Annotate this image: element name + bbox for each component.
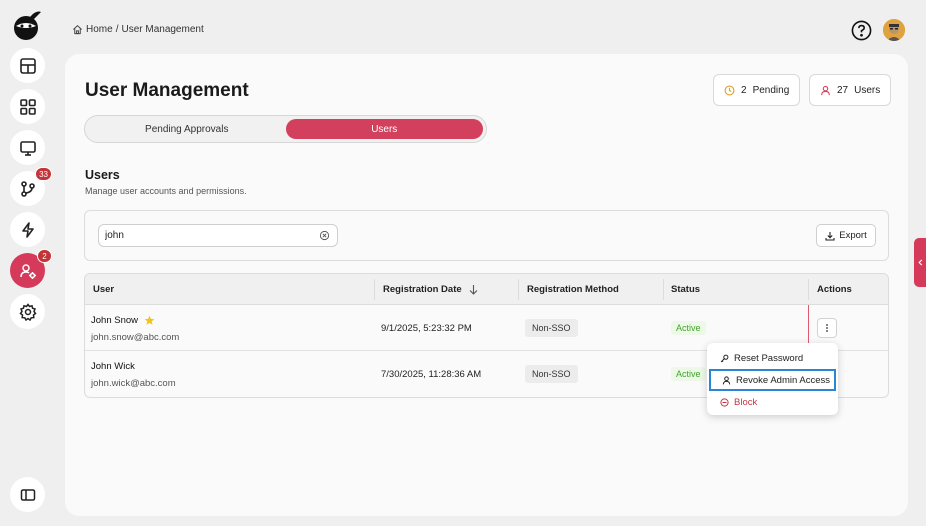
gear-icon: [18, 302, 37, 321]
user-gear-icon: [19, 263, 36, 279]
search-field: [98, 224, 338, 247]
chevron-left-icon: [917, 259, 922, 266]
user-name-cell: John Snow: [91, 315, 155, 326]
menu-item-reset-password[interactable]: Reset Password: [707, 347, 838, 369]
table-header: User Registration Date Registration Meth…: [85, 274, 888, 305]
user-management-badge: 2: [37, 249, 52, 263]
clock-icon: [724, 85, 735, 95]
lightning-icon: [21, 221, 34, 238]
column-header-registration-method[interactable]: Registration Method: [527, 284, 619, 295]
column-divider: [663, 279, 664, 300]
registration-date: 9/1/2025, 5:23:32 PM: [381, 323, 472, 334]
registration-date-label: Registration Date: [383, 284, 462, 295]
download-icon: [825, 231, 835, 241]
tab-pending-approvals[interactable]: Pending Approvals: [88, 119, 286, 139]
layout-icon: [19, 57, 36, 74]
row-actions-menu: Reset Password Revoke Admin Access Block: [707, 343, 838, 415]
registration-date: 7/30/2025, 11:28:36 AM: [381, 369, 482, 380]
users-label: Users: [854, 84, 881, 96]
breadcrumb-home[interactable]: Home: [86, 24, 113, 35]
sidebar-item-dashboard[interactable]: [10, 48, 45, 83]
sidebar-collapse-button[interactable]: [10, 477, 45, 512]
export-label: Export: [839, 230, 867, 241]
sidebar-toggle-icon: [20, 488, 35, 501]
menu-item-label: Block: [734, 396, 758, 408]
clear-search-icon[interactable]: [319, 230, 330, 241]
registration-method-tag: Non-SSO: [525, 319, 578, 337]
user-email: john.wick@abc.com: [91, 378, 176, 389]
menu-item-revoke-admin-access[interactable]: Revoke Admin Access: [709, 369, 836, 391]
column-divider: [808, 279, 809, 300]
more-vertical-icon: [826, 324, 828, 332]
sidebar-item-apps[interactable]: [10, 89, 45, 124]
user-icon: [722, 375, 731, 384]
column-header-registration-date[interactable]: Registration Date: [383, 284, 479, 295]
sidebar-item-user-management[interactable]: 2: [10, 249, 52, 288]
column-header-status[interactable]: Status: [671, 284, 700, 295]
user-icon: [821, 85, 830, 95]
avatar[interactable]: [883, 19, 905, 41]
user-avatar-icon: [883, 19, 905, 41]
breadcrumb-current: User Management: [121, 24, 204, 35]
column-divider: [518, 279, 519, 300]
pending-count-badge[interactable]: 2 Pending: [713, 74, 801, 106]
export-button[interactable]: Export: [816, 224, 876, 247]
registration-method-tag: Non-SSO: [525, 365, 578, 383]
home-icon[interactable]: [72, 24, 83, 35]
filter-bar: Export: [84, 210, 889, 261]
star-icon: [144, 315, 155, 325]
tab-users[interactable]: Users: [285, 119, 483, 139]
sidebar: 33 2: [0, 0, 54, 526]
pending-label: Pending: [752, 84, 790, 96]
sort-down-icon[interactable]: [468, 284, 479, 295]
block-icon: [720, 397, 729, 407]
help-icon[interactable]: [851, 20, 872, 41]
column-header-user[interactable]: User: [93, 284, 114, 295]
monitor-icon: [19, 140, 36, 156]
user-name-cell: John Wick: [91, 361, 135, 372]
column-divider: [374, 279, 375, 300]
main-panel: User Management 2 Pending 27 Users Pendi…: [65, 54, 908, 516]
key-icon: [720, 354, 729, 362]
user-name: John Snow: [91, 315, 139, 326]
menu-item-block[interactable]: Block: [707, 391, 838, 413]
active-row-indicator: [808, 305, 809, 343]
breadcrumb: Home / User Management: [72, 24, 204, 35]
workflows-badge: 33: [35, 167, 52, 181]
sidebar-item-automations[interactable]: [10, 212, 45, 247]
search-input[interactable]: [99, 225, 309, 246]
app-logo-icon[interactable]: [10, 8, 44, 42]
page-title: User Management: [85, 80, 249, 101]
column-header-actions: Actions: [817, 284, 852, 295]
status-badge: Active: [671, 367, 706, 381]
users-count-badge[interactable]: 27 Users: [809, 74, 892, 106]
section-title: Users: [85, 168, 120, 182]
branch-icon: [20, 180, 35, 197]
sidebar-item-monitor[interactable]: [10, 130, 45, 165]
side-panel-toggle[interactable]: [914, 238, 926, 287]
row-actions-button[interactable]: [817, 318, 837, 338]
status-badge: Active: [671, 321, 706, 335]
menu-item-label: Revoke Admin Access: [736, 374, 830, 386]
users-count: 27: [837, 84, 849, 96]
breadcrumb-separator: /: [115, 24, 119, 35]
menu-item-label: Reset Password: [734, 352, 804, 364]
view-tabs: Pending Approvals Users: [84, 115, 487, 143]
section-subtitle: Manage user accounts and permissions.: [85, 186, 247, 196]
pending-count: 2: [741, 84, 747, 96]
user-name: John Wick: [91, 361, 135, 372]
user-email: john.snow@abc.com: [91, 332, 180, 343]
sidebar-item-settings[interactable]: [10, 294, 45, 329]
sidebar-item-workflows[interactable]: 33: [10, 167, 52, 206]
grid-icon: [19, 98, 36, 115]
